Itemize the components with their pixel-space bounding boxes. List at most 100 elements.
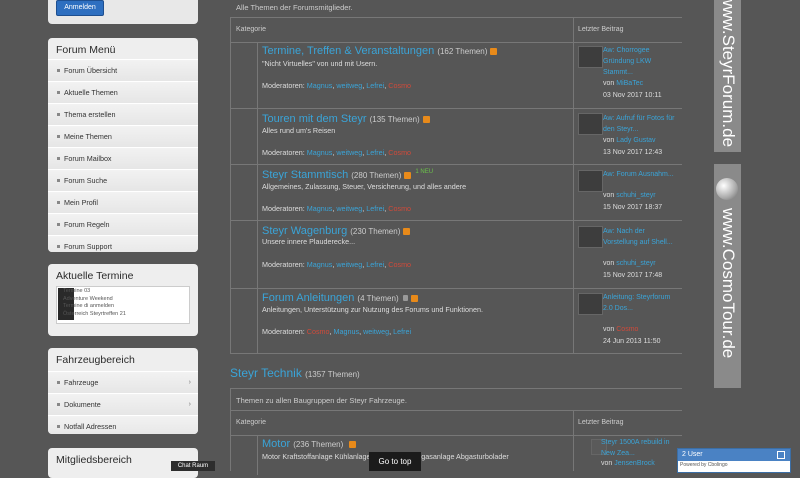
rss-icon[interactable] bbox=[404, 171, 412, 179]
moderator-link[interactable]: Lefrei bbox=[366, 148, 384, 157]
last-post-title[interactable]: Aw: Forum Ausnahm... bbox=[603, 169, 681, 180]
forum-row[interactable]: Touren mit dem Steyr (135 Themen) Alles r… bbox=[230, 109, 682, 165]
moderator-link[interactable]: Magnus bbox=[307, 148, 333, 157]
forum-row[interactable]: Steyr Wagenburg (230 Themen) Unsere inner… bbox=[230, 221, 682, 289]
login-button[interactable]: Anmelden bbox=[56, 0, 104, 16]
forum-menu-item[interactable]: Aktuelle Themen bbox=[48, 81, 198, 103]
rss-icon[interactable] bbox=[410, 294, 418, 302]
moderator-link[interactable]: Cosmo bbox=[388, 81, 411, 90]
moderator-link[interactable]: Magnus bbox=[334, 327, 360, 336]
fahrzeug-item-dokumente[interactable]: Dokumente › bbox=[48, 393, 198, 415]
forum-title-link[interactable]: Touren mit dem Steyr bbox=[262, 113, 367, 125]
forum-title[interactable]: Termine, Treffen & Veranstaltungen (162 … bbox=[262, 45, 498, 57]
forum-title[interactable]: Steyr Wagenburg (230 Themen) bbox=[262, 225, 411, 237]
forum-title[interactable]: Steyr Stammtisch (280 Themen) 1 NEU bbox=[262, 169, 433, 181]
forum-title[interactable]: Touren mit dem Steyr (135 Themen) bbox=[262, 113, 430, 125]
forum-menu-item[interactable]: Mein Profil bbox=[48, 191, 198, 213]
last-post-author: von schuhi_steyr bbox=[603, 192, 656, 199]
termine-ticker[interactable]: Termine 03 Adventure Weekend Termine di … bbox=[56, 286, 190, 324]
rss-icon[interactable] bbox=[490, 47, 498, 55]
last-post-date: 24 Jun 2013 11:50 bbox=[603, 338, 661, 345]
forum-menu-item[interactable]: Forum Suche bbox=[48, 169, 198, 191]
moderator-link[interactable]: Lefrei bbox=[366, 204, 384, 213]
forum-menu-item[interactable]: Forum Regeln bbox=[48, 213, 198, 235]
moderator-link[interactable]: Lefrei bbox=[366, 81, 384, 90]
moderator-link[interactable]: Magnus bbox=[307, 204, 333, 213]
forum-title-link[interactable]: Motor bbox=[262, 438, 290, 450]
bullet-icon bbox=[57, 91, 60, 94]
last-post-title[interactable]: Aw: Aufruf für Fotos für den Steyr... bbox=[603, 113, 681, 135]
author-link[interactable]: Lady Gustav bbox=[616, 137, 655, 144]
last-post-title[interactable]: Anleitung: Steyrforum 2.0 Dos... bbox=[603, 292, 681, 314]
forum-row[interactable]: Steyr Stammtisch (280 Themen) 1 NEU Allgem… bbox=[230, 165, 682, 221]
forum-menu-item[interactable]: Thema erstellen bbox=[48, 103, 198, 125]
forum-menu-item[interactable]: Forum Übersicht bbox=[48, 59, 198, 81]
forum-topic-count: (4 Themen) bbox=[357, 294, 399, 303]
forum-title-link[interactable]: Forum Anleitungen bbox=[262, 292, 354, 304]
forum-description: Anleitungen, Unterstützung zur Nutzung d… bbox=[262, 305, 483, 314]
moderator-link[interactable]: Magnus bbox=[307, 81, 333, 90]
forum-row-motor[interactable]: Motor (236 Themen) Motor Kraftstoffanlag… bbox=[230, 435, 682, 475]
section-title-link[interactable]: Steyr Technik bbox=[230, 366, 302, 380]
table-header: Kategorie Letzter Beitrag bbox=[230, 17, 682, 43]
forum-menu-item[interactable]: Forum Mailbox bbox=[48, 147, 198, 169]
forum-menu-item[interactable]: Meine Themen bbox=[48, 125, 198, 147]
last-post-thumbnail[interactable] bbox=[578, 113, 603, 135]
maximize-icon[interactable] bbox=[777, 451, 785, 459]
forum-menu-item[interactable]: Forum Support bbox=[48, 235, 198, 252]
forum-row[interactable]: Termine, Treffen & Veranstaltungen (162 … bbox=[230, 42, 682, 109]
moderator-link[interactable]: Lefrei bbox=[366, 260, 384, 269]
moderator-link[interactable]: Cosmo bbox=[388, 148, 411, 157]
moderator-link[interactable]: Magnus bbox=[307, 260, 333, 269]
last-post-cell: Aw: Chorrogee Gründung LKW Stammt... von … bbox=[573, 42, 682, 108]
author-link[interactable]: JensenBrock bbox=[614, 460, 654, 467]
author-link[interactable]: MiBaTec bbox=[616, 80, 643, 87]
author-link[interactable]: schuhi_steyr bbox=[616, 260, 655, 267]
moderator-link[interactable]: Lefrei bbox=[393, 327, 411, 336]
author-link[interactable]: schuhi_steyr bbox=[616, 192, 655, 199]
steyrforum-banner[interactable]: www.SteyrForum.de bbox=[714, 0, 741, 152]
online-users-widget[interactable]: 2 User Powered by Cbolingo bbox=[677, 448, 791, 473]
rss-icon[interactable] bbox=[349, 440, 357, 448]
moderator-link[interactable]: Cosmo bbox=[307, 327, 330, 336]
chat-room-tab[interactable]: Chat Raum bbox=[171, 461, 215, 471]
forum-title-link[interactable]: Steyr Stammtisch bbox=[262, 169, 348, 181]
last-post-author: von MiBaTec bbox=[603, 80, 643, 87]
bullet-icon bbox=[57, 157, 60, 160]
online-users-bar[interactable]: 2 User bbox=[678, 449, 790, 461]
fahrzeug-item-notfall[interactable]: Notfall Adressen bbox=[48, 415, 198, 434]
rss-icon[interactable] bbox=[403, 227, 411, 235]
moderator-link[interactable]: weitweg bbox=[336, 81, 362, 90]
last-post-title[interactable]: Aw: Nach der Vorstellung auf Shell... bbox=[603, 226, 681, 248]
author-prefix: von bbox=[603, 192, 615, 199]
go-to-top-button[interactable]: Go to top bbox=[369, 452, 421, 471]
moderator-link[interactable]: Cosmo bbox=[388, 204, 411, 213]
moderator-link[interactable]: weitweg bbox=[336, 204, 362, 213]
chevron-right-icon: › bbox=[188, 401, 191, 408]
forum-description: "Nicht Virtuelles" von und mit Usern. bbox=[262, 59, 378, 68]
rss-icon[interactable] bbox=[422, 115, 430, 123]
technik-description: Themen zu allen Baugruppen der Steyr Fah… bbox=[230, 388, 682, 411]
author-link[interactable]: Cosmo bbox=[616, 326, 638, 333]
last-post-thumbnail[interactable] bbox=[578, 170, 603, 192]
cosmotour-banner[interactable]: www.CosmoTour.de bbox=[714, 164, 741, 388]
moderator-link[interactable]: weitweg bbox=[336, 260, 362, 269]
forum-title[interactable]: Motor (236 Themen) bbox=[262, 438, 357, 450]
termine-line: Termine di anmelden bbox=[63, 303, 115, 309]
bullet-icon bbox=[57, 179, 60, 182]
forum-title-link[interactable]: Termine, Treffen & Veranstaltungen bbox=[262, 45, 434, 57]
last-post-title[interactable]: Aw: Chorrogee Gründung LKW Stammt... bbox=[603, 45, 681, 78]
last-post-thumbnail[interactable] bbox=[578, 46, 603, 68]
author-prefix: von bbox=[603, 260, 615, 267]
forum-status-icon bbox=[230, 42, 258, 108]
moderator-link[interactable]: weitweg bbox=[363, 327, 389, 336]
moderator-link[interactable]: weitweg bbox=[336, 148, 362, 157]
fahrzeug-item-fahrzeuge[interactable]: Fahrzeuge › bbox=[48, 371, 198, 393]
moderator-link[interactable]: Cosmo bbox=[388, 260, 411, 269]
last-post-title[interactable]: Steyr 1500A rebuild in New Zea... bbox=[601, 437, 679, 459]
forum-title-link[interactable]: Steyr Wagenburg bbox=[262, 225, 347, 237]
forum-row[interactable]: Forum Anleitungen (4 Themen) Anleitungen,… bbox=[230, 289, 682, 354]
last-post-thumbnail[interactable] bbox=[578, 226, 603, 248]
last-post-thumbnail[interactable] bbox=[578, 293, 603, 315]
forum-title[interactable]: Forum Anleitungen (4 Themen) bbox=[262, 292, 418, 304]
